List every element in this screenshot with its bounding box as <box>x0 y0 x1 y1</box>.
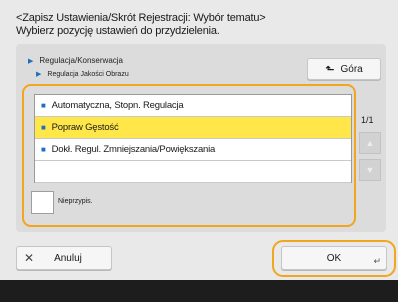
ok-button-label: OK <box>326 252 342 264</box>
scroll-up-button[interactable]: ▲ <box>359 132 381 154</box>
list-item-label: Popraw Gęstość <box>51 122 119 133</box>
breadcrumb-level1: ▶ Regulacja/Konserwacja <box>28 56 123 65</box>
triangle-up-icon: ▲ <box>365 138 375 148</box>
bullet-icon: ■ <box>41 145 46 154</box>
dialog-title: <Zapisz Ustawienia/Skrót Rejestracji: Wy… <box>16 12 266 24</box>
dialog-header: <Zapisz Ustawienia/Skrót Rejestracji: Wy… <box>16 12 386 38</box>
bottom-status-bar <box>0 280 398 302</box>
triangle-down-icon: ▼ <box>365 165 375 175</box>
bullet-icon: ■ <box>41 123 46 132</box>
triangle-right-icon: ▶ <box>36 71 42 78</box>
list-item[interactable]: ■ Automatyczna, Stopn. Regulacja <box>35 95 351 117</box>
breadcrumb-level2-label: Regulacja Jakości Obrazu <box>47 70 129 78</box>
unassigned-checkbox[interactable] <box>31 191 54 214</box>
scroll-down-button[interactable]: ▼ <box>359 159 381 181</box>
dialog-instruction: Wybierz pozycję ustawień do przydzieleni… <box>16 25 220 37</box>
cancel-button-label: Anuluj <box>54 252 82 264</box>
triangle-right-icon: ▶ <box>28 57 34 65</box>
breadcrumb-level1-label: Regulacja/Konserwacja <box>39 56 123 65</box>
unassigned-checkbox-label: Nieprzypis. <box>58 198 93 205</box>
top-button-label: Góra <box>340 63 363 75</box>
list-item[interactable]: ■ Dokł. Regul. Zmniejszania/Powiększania <box>35 139 351 161</box>
page-indicator: 1/1 <box>361 115 374 125</box>
ok-button[interactable]: OK ↵ <box>281 246 387 270</box>
list-item-label: Automatyczna, Stopn. Regulacja <box>51 100 184 111</box>
enter-corner-icon: ↵ <box>373 256 381 266</box>
settings-list: ■ Automatyczna, Stopn. Regulacja ■ Popra… <box>34 94 352 183</box>
top-button[interactable]: ⬑ Góra <box>307 58 381 80</box>
return-up-arrow-icon: ⬑ <box>325 63 335 76</box>
breadcrumb-level2: ▶ Regulacja Jakości Obrazu <box>36 70 129 79</box>
cancel-button[interactable]: ✕ Anuluj <box>16 246 112 270</box>
bullet-icon: ■ <box>41 101 46 110</box>
x-icon: ✕ <box>24 251 35 265</box>
list-item-label: Dokł. Regul. Zmniejszania/Powiększania <box>51 144 216 155</box>
list-item-empty <box>35 161 351 183</box>
list-item-selected[interactable]: ■ Popraw Gęstość <box>35 117 351 139</box>
